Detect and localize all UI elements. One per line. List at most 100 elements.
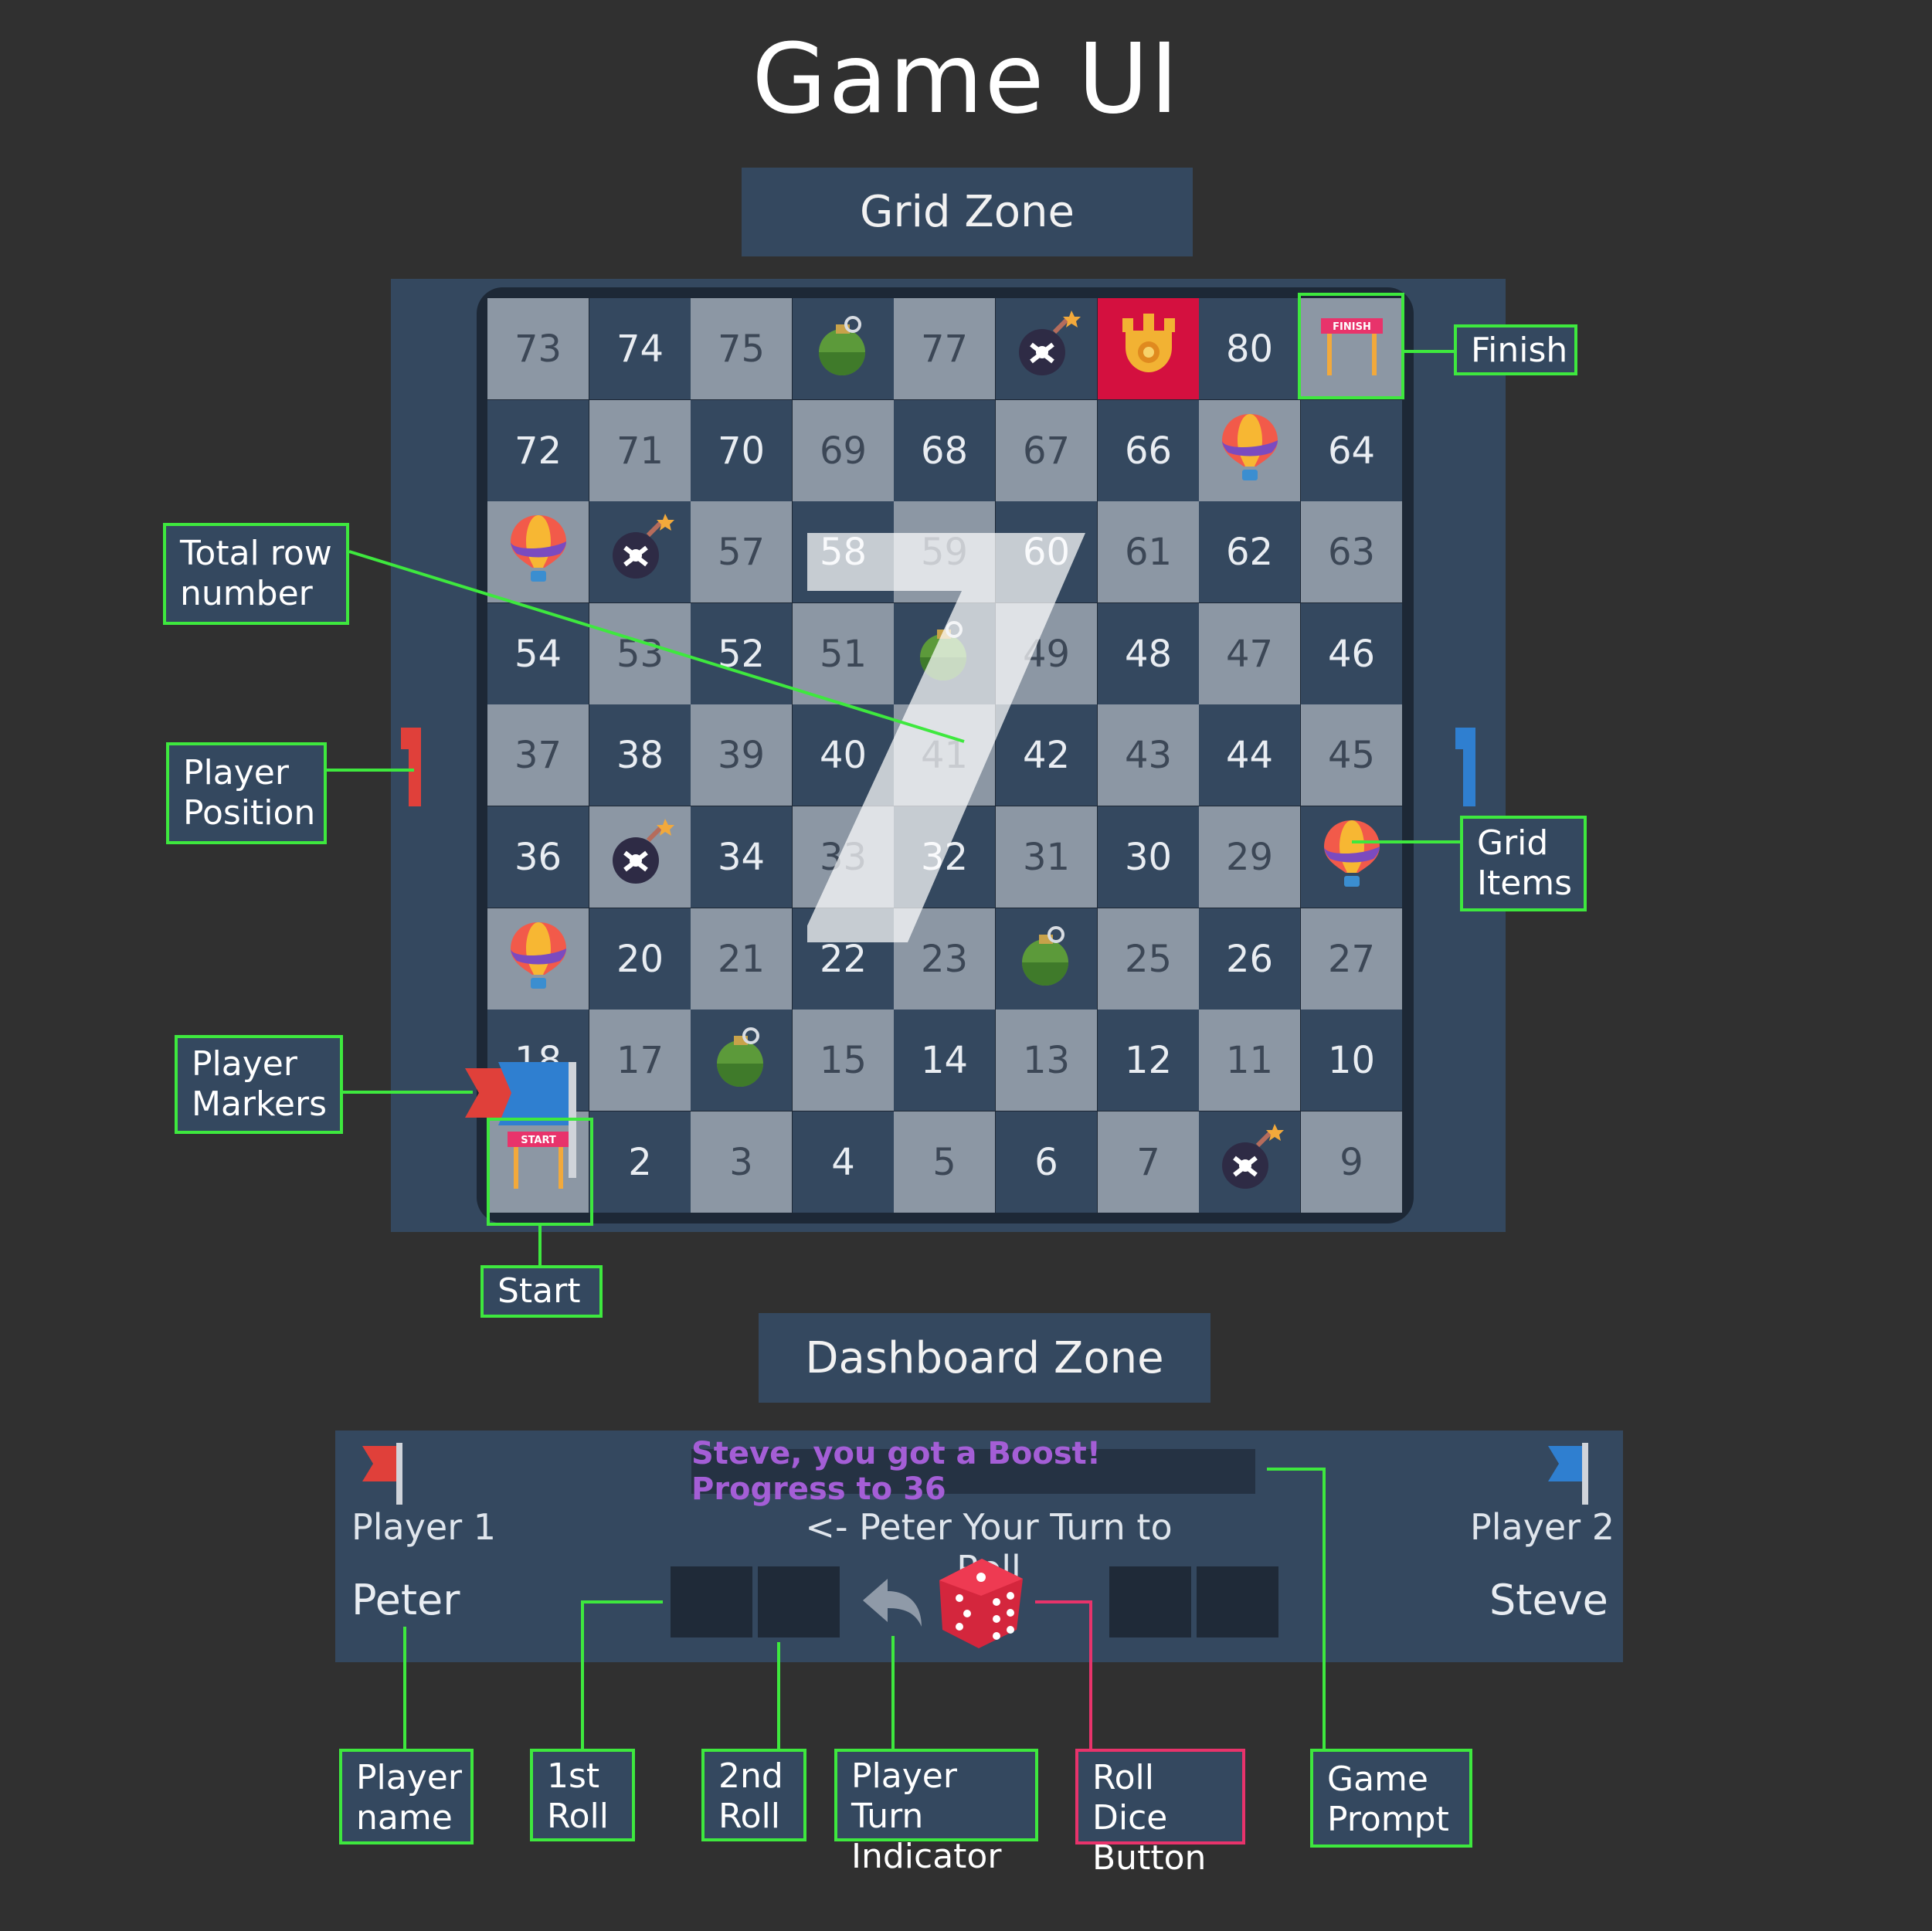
grid-cell bbox=[487, 908, 589, 1010]
annotation-start-line bbox=[538, 1224, 542, 1266]
grid-cell: 13 bbox=[996, 1010, 1097, 1111]
grid-cell-number: 44 bbox=[1225, 733, 1274, 777]
grid-cell: 47 bbox=[1199, 603, 1300, 704]
grid-cell: 73 bbox=[487, 298, 589, 399]
grid-cell-number: 32 bbox=[920, 835, 969, 879]
grid-cell: 26 bbox=[1199, 908, 1300, 1010]
grid-cell-number: 26 bbox=[1225, 937, 1274, 981]
grid-cell: 3 bbox=[691, 1111, 792, 1213]
black-bomb-icon bbox=[603, 816, 677, 899]
annotation-finish-line bbox=[1404, 350, 1455, 353]
annotation-roll-dice: Roll Dice Button bbox=[1075, 1749, 1245, 1878]
grid-cell: 9 bbox=[1301, 1111, 1402, 1213]
grid-cell-number: 15 bbox=[819, 1038, 868, 1082]
annotation-player-name-line bbox=[403, 1627, 406, 1750]
annotation-grid-items-line bbox=[1352, 840, 1462, 843]
grid-cell-number: 4 bbox=[831, 1140, 855, 1184]
grid-cell-number: 62 bbox=[1225, 530, 1274, 574]
grid-cell-number: 6 bbox=[1034, 1140, 1058, 1184]
grid-cell-number: 29 bbox=[1225, 835, 1274, 879]
grid-cell: 4 bbox=[793, 1111, 894, 1213]
grid-cell: 71 bbox=[589, 400, 691, 501]
grid-cell-number: 11 bbox=[1225, 1038, 1274, 1082]
grid-cell-number: 7 bbox=[1136, 1140, 1160, 1184]
annotation-player-name: Player name bbox=[339, 1749, 474, 1844]
grid-cell-number: 10 bbox=[1327, 1038, 1376, 1082]
grid-cell-number: 48 bbox=[1124, 632, 1173, 676]
grid-cell-number: 66 bbox=[1124, 429, 1173, 473]
grid-cell bbox=[1199, 400, 1300, 501]
annotation-player-markers-line bbox=[341, 1091, 473, 1094]
grid-cell-number: 75 bbox=[717, 327, 766, 371]
grid-cell: 62 bbox=[1199, 501, 1300, 602]
annotation-grid-items: Grid Items bbox=[1460, 816, 1587, 911]
annotation-first-roll-line-v bbox=[581, 1600, 584, 1752]
grid-cell bbox=[1199, 1111, 1300, 1213]
grid-cell-number: 9 bbox=[1339, 1140, 1363, 1184]
grid-cell: 68 bbox=[894, 400, 995, 501]
grid-cell: 44 bbox=[1199, 704, 1300, 806]
grid-zone-label: Grid Zone bbox=[742, 168, 1193, 256]
grid-cell bbox=[793, 298, 894, 399]
player2-first-roll bbox=[1109, 1566, 1191, 1637]
grid-cell-number: 20 bbox=[616, 937, 664, 981]
grid-cell: 80 bbox=[1199, 298, 1300, 399]
green-bomb-icon bbox=[705, 1019, 779, 1102]
grid-cell: 22 bbox=[793, 908, 894, 1010]
grid-cell: 17 bbox=[589, 1010, 691, 1111]
player2-flag-icon bbox=[1548, 1443, 1588, 1505]
grid-cell-number: 67 bbox=[1022, 429, 1071, 473]
annotation-total-row: Total row number bbox=[163, 523, 349, 625]
grid-cell: 21 bbox=[691, 908, 792, 1010]
grid-cell-number: 30 bbox=[1124, 835, 1173, 879]
game-prompt: Steve, you got a Boost! Progress to 36 bbox=[691, 1436, 1255, 1507]
dashboard-zone-label: Dashboard Zone bbox=[759, 1313, 1210, 1403]
grid-cell-number: 34 bbox=[717, 835, 766, 879]
grid-cell: 67 bbox=[996, 400, 1097, 501]
grid-cell-number: 72 bbox=[514, 429, 562, 473]
annotation-first-roll-line-h bbox=[581, 1600, 663, 1604]
grid-cell: 48 bbox=[1098, 603, 1199, 704]
player1-first-roll bbox=[671, 1566, 752, 1637]
grid-cell-number: 33 bbox=[819, 835, 868, 879]
grid-cell-number: 43 bbox=[1124, 733, 1173, 777]
grid-cell: 30 bbox=[1098, 806, 1199, 908]
grid-cell-number: 46 bbox=[1327, 632, 1376, 676]
grid-cell: 45 bbox=[1301, 704, 1402, 806]
grid-cell bbox=[1301, 806, 1402, 908]
grid-cell-number: 2 bbox=[628, 1140, 652, 1184]
player1-label: Player 1 bbox=[351, 1506, 497, 1548]
balloon-icon bbox=[1213, 409, 1287, 493]
player2-position-marker bbox=[1455, 728, 1475, 806]
grid-cell-number: 47 bbox=[1225, 632, 1274, 676]
grid-cell-number: 80 bbox=[1225, 327, 1274, 371]
grid-cell: 20 bbox=[589, 908, 691, 1010]
grid-cell: 77 bbox=[894, 298, 995, 399]
annotation-turn-indicator: Player Turn Indicator bbox=[834, 1749, 1038, 1876]
grid-cell-number: 71 bbox=[616, 429, 664, 473]
grid-cell-number: 22 bbox=[819, 937, 868, 981]
grid-cell-number: 45 bbox=[1327, 733, 1376, 777]
annotation-second-roll-line bbox=[777, 1642, 780, 1752]
annotation-finish: Finish bbox=[1454, 324, 1577, 375]
black-bomb-icon bbox=[1213, 1121, 1287, 1204]
grid-cell: 46 bbox=[1301, 603, 1402, 704]
grid-cell: 27 bbox=[1301, 908, 1402, 1010]
grid-cell: 70 bbox=[691, 400, 792, 501]
grid-cell-number: 25 bbox=[1124, 937, 1173, 981]
grid-cell: 74 bbox=[589, 298, 691, 399]
annotation-turn-indicator-line bbox=[891, 1636, 895, 1750]
annotation-total-row-line bbox=[348, 550, 965, 743]
grid-cell-number: 12 bbox=[1124, 1038, 1173, 1082]
green-bomb-icon bbox=[806, 307, 881, 391]
grid-cell-number: 13 bbox=[1022, 1038, 1071, 1082]
grid-cell-number: 77 bbox=[920, 327, 969, 371]
grid-cell: 43 bbox=[1098, 704, 1199, 806]
grid-cell: 12 bbox=[1098, 1010, 1199, 1111]
balloon-icon bbox=[1315, 816, 1389, 899]
roll-dice-button[interactable] bbox=[936, 1556, 1027, 1651]
annotation-game-prompt-line-v bbox=[1323, 1468, 1326, 1750]
grid-cell-number: 31 bbox=[1022, 835, 1071, 879]
grid-cell: 6 bbox=[996, 1111, 1097, 1213]
grid-cell: 69 bbox=[793, 400, 894, 501]
